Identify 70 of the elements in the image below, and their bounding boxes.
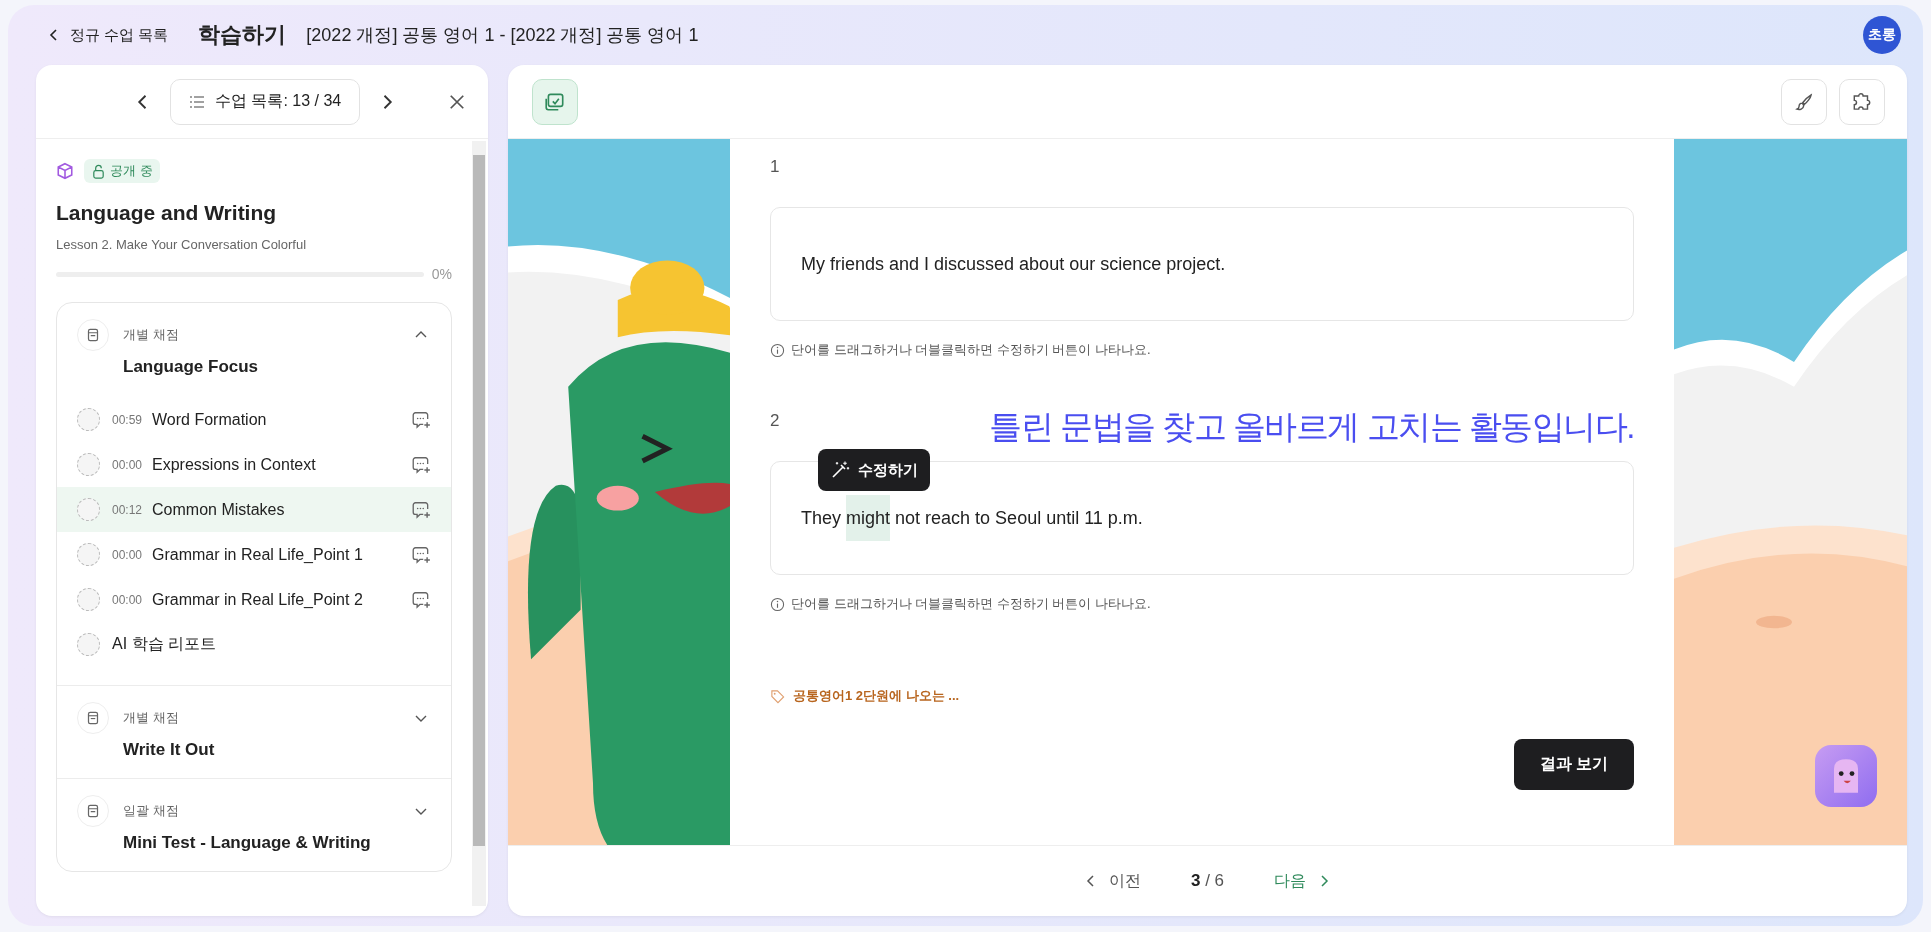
lesson-label: Common Mistakes (152, 500, 286, 519)
lesson-label: Expressions in Context (152, 455, 317, 474)
section-title: Write It Out (123, 740, 216, 760)
previous-page-button[interactable]: 이전 (1076, 869, 1147, 893)
status-circle-icon (77, 543, 100, 566)
activity-caption: 틀린 문법을 찾고 올바르게 고치는 활동입니다. (989, 406, 1634, 447)
chat-add-icon[interactable] (411, 544, 431, 565)
question-number: 2 (770, 411, 780, 431)
question-number: 1 (770, 157, 780, 177)
lesson-time: 00:00 (112, 457, 143, 472)
lesson-item[interactable]: AI 학습 리포트 (57, 622, 451, 667)
lesson-list-button[interactable]: 수업 목록: 13 / 34 (170, 78, 361, 125)
grading-label: 개별 채점 (123, 326, 180, 344)
lesson-label: Grammar in Real Life_Point 1 (152, 545, 364, 564)
brush-button[interactable] (1781, 78, 1827, 125)
chat-add-icon[interactable] (411, 499, 431, 520)
lesson-item[interactable]: 00:00 Grammar in Real Life_Point 1 (57, 532, 451, 577)
next-page-button[interactable]: 다음 (1268, 869, 1339, 893)
result-button[interactable]: 결과 보기 (1513, 739, 1634, 790)
list-icon (189, 93, 205, 110)
sentence-text: My friends and I discussed about our science project. (801, 253, 1226, 276)
lesson-label: Word Formation (152, 410, 268, 429)
course-title: [2022 개정] 공통 영어 1 - [2022 개정] 공통 영어 1 (306, 24, 699, 47)
lesson-time: 00:00 (112, 592, 143, 607)
status-circle-icon (77, 633, 100, 656)
info-icon (770, 342, 785, 358)
lesson-time: 00:12 (112, 502, 143, 517)
lesson-label: Grammar in Real Life_Point 2 (152, 590, 364, 609)
grading-label: 개별 채점 (123, 709, 180, 727)
back-link[interactable]: 정규 수업 목록 (46, 25, 169, 45)
status-badge: 공개 중 (84, 159, 160, 183)
lesson-item[interactable]: 00:59 Word Formation (57, 397, 451, 442)
chat-add-icon[interactable] (411, 454, 431, 475)
section-title: Language Focus (123, 357, 260, 377)
progress-reading: 0% (431, 266, 452, 282)
layers-icon (544, 90, 566, 113)
section-title: Mini Test - Language & Writing (123, 833, 372, 853)
status-circle-icon (77, 453, 100, 476)
grading-label: 일괄 채점 (123, 802, 180, 820)
user-avatar[interactable]: 초롱 (1863, 16, 1901, 54)
chat-add-icon[interactable] (411, 589, 431, 610)
hint-text: 단어를 드래그하거나 더블클릭하면 수정하기 버튼이 나타나요. (791, 595, 1151, 613)
lesson-item[interactable]: 00:00 Expressions in Context (57, 442, 451, 487)
report-label: AI 학습 리포트 (112, 634, 217, 654)
sentence-text: They might not reach to Seoul until 11 p.m. (801, 495, 1143, 541)
current-page: 3 (1190, 871, 1201, 890)
status-circle-icon (77, 408, 100, 431)
lesson-title: Language and Writing (56, 201, 278, 225)
info-icon (770, 596, 785, 612)
status-circle-icon (77, 588, 100, 611)
lesson-time: 00:00 (112, 547, 143, 562)
puzzle-button[interactable] (1839, 78, 1885, 125)
edit-button[interactable]: 수정하기 (818, 449, 930, 491)
page-total: / 6 (1205, 871, 1225, 890)
puzzle-icon (1851, 90, 1873, 113)
scrollbar[interactable] (472, 141, 486, 906)
tag-link[interactable]: 공통영어1 2단원에 나오는 ... (793, 687, 960, 705)
status-circle-icon (77, 498, 100, 521)
lesson-item[interactable]: 00:12 Common Mistakes (57, 487, 451, 532)
lesson-item[interactable]: 00:00 Grammar in Real Life_Point 2 (57, 577, 451, 622)
layers-button[interactable] (532, 78, 578, 125)
cube-icon (56, 162, 74, 180)
page-title: 학습하기 (198, 21, 287, 49)
chat-add-icon[interactable] (411, 409, 431, 430)
sentence-card[interactable]: My friends and I discussed about our science project. (770, 207, 1634, 321)
hint-text: 단어를 드래그하거나 더블클릭하면 수정하기 버튼이 나타나요. (791, 341, 1151, 359)
tag-icon (770, 688, 785, 704)
lesson-subtitle: Lesson 2. Make Your Conversation Colorful (56, 237, 308, 252)
magic-wand-icon (830, 460, 850, 480)
lesson-time: 00:59 (112, 412, 143, 427)
